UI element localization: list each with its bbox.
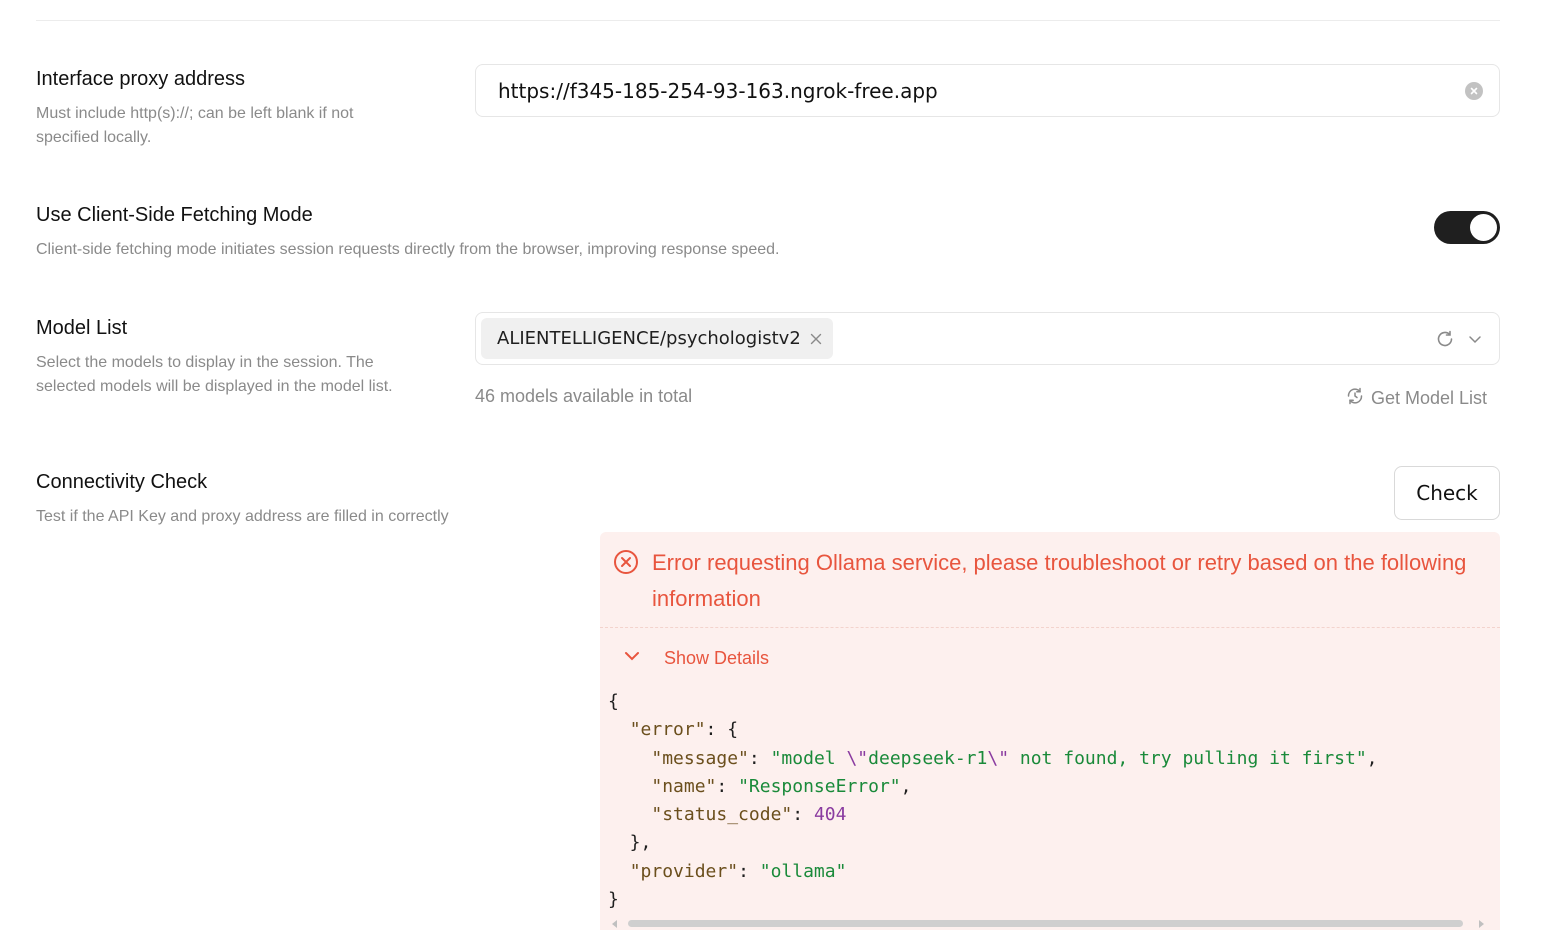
error-header: Error requesting Ollama service, please … bbox=[600, 532, 1500, 628]
json-name-key: "name" bbox=[651, 775, 717, 797]
close-icon[interactable] bbox=[807, 330, 825, 348]
refresh-icon[interactable] bbox=[1435, 329, 1455, 349]
model-list-description: Select the models to display in the sess… bbox=[36, 351, 393, 399]
error-alert: Error requesting Ollama service, please … bbox=[600, 532, 1500, 930]
client-fetch-description: Client-side fetching mode initiates sess… bbox=[36, 241, 780, 258]
json-escape-2: \" bbox=[987, 747, 1010, 769]
json-message-value-b: deepseek-r1 bbox=[868, 747, 988, 769]
json-status-key: "status_code" bbox=[651, 804, 793, 826]
json-open-brace: { bbox=[608, 691, 619, 712]
json-status-value: 404 bbox=[813, 804, 847, 826]
show-details-label: Show Details bbox=[664, 648, 770, 668]
client-fetch-title: Use Client-Side Fetching Mode bbox=[36, 204, 313, 226]
json-name-value: "ResponseError" bbox=[738, 775, 901, 797]
proxy-address-field[interactable] bbox=[475, 64, 1500, 117]
proxy-title: Interface proxy address bbox=[36, 68, 245, 90]
top-divider bbox=[36, 20, 1500, 21]
json-provider-key: "provider" bbox=[629, 860, 739, 882]
scroll-left-arrow-icon[interactable] bbox=[612, 920, 617, 928]
check-button[interactable]: Check bbox=[1394, 466, 1500, 520]
sync-icon bbox=[1345, 386, 1365, 411]
model-list-desc-line-2: selected models will be displayed in the… bbox=[36, 378, 393, 395]
show-details-toggle[interactable]: Show Details bbox=[622, 646, 769, 671]
models-count: 46 models available in total bbox=[475, 386, 693, 406]
json-message-value-c: not found, try pulling it first" bbox=[1009, 747, 1367, 769]
json-message-value-a: "model bbox=[770, 747, 847, 769]
get-model-list-button[interactable]: Get Model List bbox=[1345, 386, 1487, 411]
proxy-address-input[interactable] bbox=[498, 78, 1465, 103]
model-list-title: Model List bbox=[36, 317, 128, 339]
json-escape-1: \" bbox=[846, 747, 869, 769]
connectivity-description: Test if the API Key and proxy address ar… bbox=[36, 508, 449, 525]
error-details-json: { "error": { "message": "model \"deepsee… bbox=[608, 691, 1378, 911]
model-list-desc-line-1: Select the models to display in the sess… bbox=[36, 354, 374, 371]
selected-model-tag: ALIENTELLIGENCE/psychologistv2 bbox=[481, 318, 833, 359]
connectivity-title: Connectivity Check bbox=[36, 471, 208, 493]
json-close-brace: } bbox=[608, 889, 619, 911]
chevron-down-icon bbox=[622, 646, 642, 671]
scrollbar-thumb[interactable] bbox=[628, 920, 1463, 927]
json-error-key: "error" bbox=[629, 719, 706, 741]
model-select[interactable]: ALIENTELLIGENCE/psychologistv2 bbox=[475, 312, 1500, 365]
scroll-right-arrow-icon[interactable] bbox=[1479, 920, 1484, 928]
select-actions bbox=[1435, 329, 1483, 349]
horizontal-scrollbar[interactable] bbox=[612, 918, 1488, 928]
proxy-desc-line-2: specified locally. bbox=[36, 129, 152, 146]
json-provider-value: "ollama" bbox=[759, 860, 847, 882]
json-message-key: "message" bbox=[651, 747, 749, 769]
toggle-knob bbox=[1470, 214, 1497, 241]
client-fetch-toggle[interactable] bbox=[1434, 211, 1500, 244]
get-model-list-label: Get Model List bbox=[1370, 388, 1487, 408]
error-message: Error requesting Ollama service, please … bbox=[652, 550, 1467, 611]
clear-circle-icon[interactable] bbox=[1465, 81, 1483, 100]
proxy-desc-line-1: Must include http(s)://; can be left bla… bbox=[36, 105, 354, 122]
error-circle-icon bbox=[613, 549, 639, 580]
chevron-down-icon[interactable] bbox=[1467, 331, 1483, 347]
proxy-description: Must include http(s)://; can be left bla… bbox=[36, 102, 354, 150]
selected-model-label: ALIENTELLIGENCE/psychologistv2 bbox=[497, 328, 801, 349]
